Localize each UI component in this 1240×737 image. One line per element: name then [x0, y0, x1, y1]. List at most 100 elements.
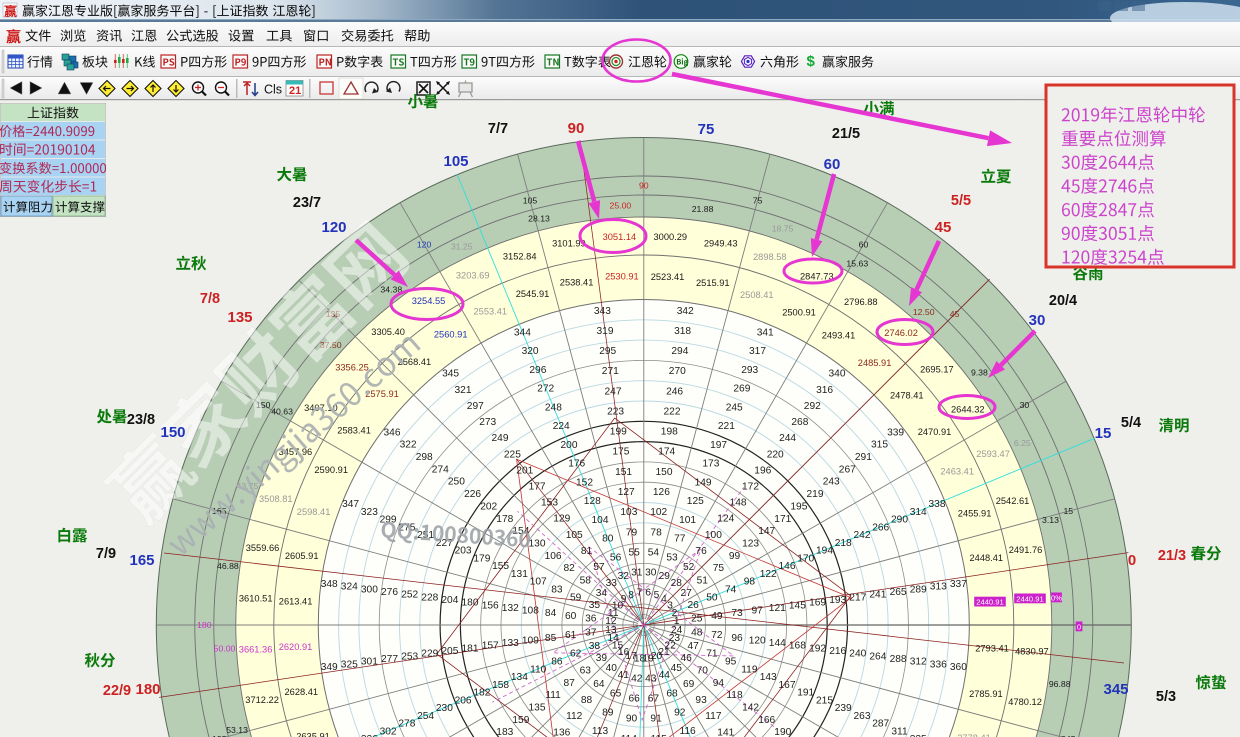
svg-text:265: 265 [890, 587, 907, 598]
svg-text:28: 28 [671, 578, 683, 589]
svg-text:37: 37 [585, 628, 597, 639]
svg-text:2593.47: 2593.47 [976, 449, 1010, 459]
svg-text:65: 65 [610, 689, 622, 700]
svg-text:147: 147 [758, 526, 775, 537]
svg-text:3356.25: 3356.25 [335, 363, 369, 373]
svg-text:27: 27 [681, 588, 693, 599]
svg-text:98: 98 [744, 577, 756, 588]
svg-text:270: 270 [669, 366, 686, 377]
svg-text:15.63: 15.63 [846, 258, 868, 268]
svg-text:67: 67 [648, 694, 660, 705]
svg-text:2560.91: 2560.91 [434, 329, 468, 339]
svg-text:2455.91: 2455.91 [958, 509, 992, 519]
svg-text:2644.32: 2644.32 [951, 405, 985, 415]
svg-text:325: 325 [341, 659, 358, 670]
svg-text:97: 97 [752, 606, 764, 617]
svg-text:130: 130 [529, 539, 546, 550]
svg-text:82: 82 [564, 563, 576, 574]
svg-text:96: 96 [731, 633, 743, 644]
svg-text:180: 180 [197, 620, 212, 630]
svg-text:92: 92 [674, 707, 686, 718]
svg-text:341: 341 [757, 327, 774, 338]
svg-text:296: 296 [529, 365, 546, 376]
svg-text:311: 311 [891, 726, 908, 737]
svg-text:272: 272 [537, 384, 554, 395]
svg-text:47: 47 [688, 641, 700, 652]
svg-text:63: 63 [580, 665, 592, 676]
svg-text:57: 57 [593, 562, 605, 573]
svg-text:104: 104 [592, 515, 609, 526]
svg-text:3661.36: 3661.36 [239, 644, 273, 654]
svg-text:80: 80 [602, 534, 614, 545]
svg-text:87: 87 [564, 678, 576, 689]
svg-text:107: 107 [530, 577, 547, 588]
svg-text:165: 165 [129, 552, 154, 569]
svg-text:170: 170 [797, 553, 814, 564]
svg-text:318: 318 [674, 326, 691, 337]
svg-text:360: 360 [950, 662, 967, 673]
svg-text:105: 105 [566, 530, 583, 541]
svg-text:316: 316 [816, 385, 833, 396]
svg-text:347: 347 [342, 499, 359, 510]
svg-text:141: 141 [717, 727, 734, 737]
svg-text:2538.41: 2538.41 [560, 278, 594, 288]
svg-text:176: 176 [568, 459, 585, 470]
svg-text:122: 122 [760, 569, 777, 580]
svg-text:26: 26 [688, 600, 700, 611]
svg-text:21/3: 21/3 [1158, 548, 1186, 564]
svg-text:135: 135 [529, 703, 546, 714]
svg-text:248: 248 [545, 402, 562, 413]
svg-text:2478.41: 2478.41 [890, 391, 924, 401]
svg-text:177: 177 [529, 482, 546, 493]
svg-text:217: 217 [849, 592, 866, 603]
svg-text:152: 152 [576, 477, 593, 488]
svg-text:225: 225 [504, 449, 521, 460]
svg-text:108: 108 [522, 606, 539, 617]
svg-text:2491.76: 2491.76 [1009, 545, 1043, 555]
svg-text:319: 319 [597, 326, 614, 337]
svg-text:2523.41: 2523.41 [651, 272, 685, 282]
svg-text:219: 219 [807, 489, 824, 500]
svg-text:263: 263 [854, 711, 871, 722]
svg-text:90: 90 [568, 120, 585, 137]
svg-text:90: 90 [639, 181, 649, 191]
svg-text:195: 195 [790, 502, 807, 513]
svg-text:273: 273 [479, 417, 496, 428]
svg-text:18.75: 18.75 [772, 224, 794, 234]
svg-text:86: 86 [551, 657, 563, 668]
svg-text:198: 198 [661, 427, 678, 438]
svg-text:3508.81: 3508.81 [259, 494, 293, 504]
svg-text:336: 336 [930, 659, 947, 670]
svg-text:60: 60 [565, 611, 577, 622]
svg-text:197: 197 [710, 440, 727, 451]
svg-text:0: 0 [1128, 552, 1136, 569]
svg-text:153: 153 [541, 498, 558, 509]
svg-text:3305.40: 3305.40 [371, 327, 405, 337]
svg-text:288: 288 [890, 654, 907, 665]
svg-text:149: 149 [695, 477, 712, 488]
svg-text:135: 135 [227, 309, 252, 326]
svg-text:317: 317 [749, 346, 766, 357]
svg-text:32: 32 [618, 571, 630, 582]
svg-text:179: 179 [473, 553, 490, 564]
svg-text:102: 102 [650, 507, 667, 518]
svg-text:3559.66: 3559.66 [246, 543, 280, 553]
svg-text:3203.69: 3203.69 [456, 271, 490, 281]
svg-text:51: 51 [697, 576, 709, 587]
svg-text:76: 76 [695, 546, 707, 557]
svg-text:228: 228 [421, 592, 438, 603]
svg-text:125: 125 [687, 496, 704, 507]
svg-text:3: 3 [667, 600, 673, 611]
svg-text:2463.41: 2463.41 [940, 467, 974, 477]
svg-text:116: 116 [679, 726, 696, 737]
svg-text:25.00: 25.00 [610, 201, 632, 211]
svg-text:133: 133 [502, 638, 519, 649]
svg-text:30: 30 [1020, 400, 1030, 410]
svg-text:268: 268 [791, 417, 808, 428]
svg-text:120: 120 [321, 219, 346, 236]
svg-text:Cls: Cls [264, 83, 282, 97]
svg-text:172: 172 [742, 482, 759, 493]
svg-text:5: 5 [654, 590, 660, 601]
svg-text:3152.84: 3152.84 [503, 251, 537, 261]
svg-text:171: 171 [774, 514, 791, 525]
